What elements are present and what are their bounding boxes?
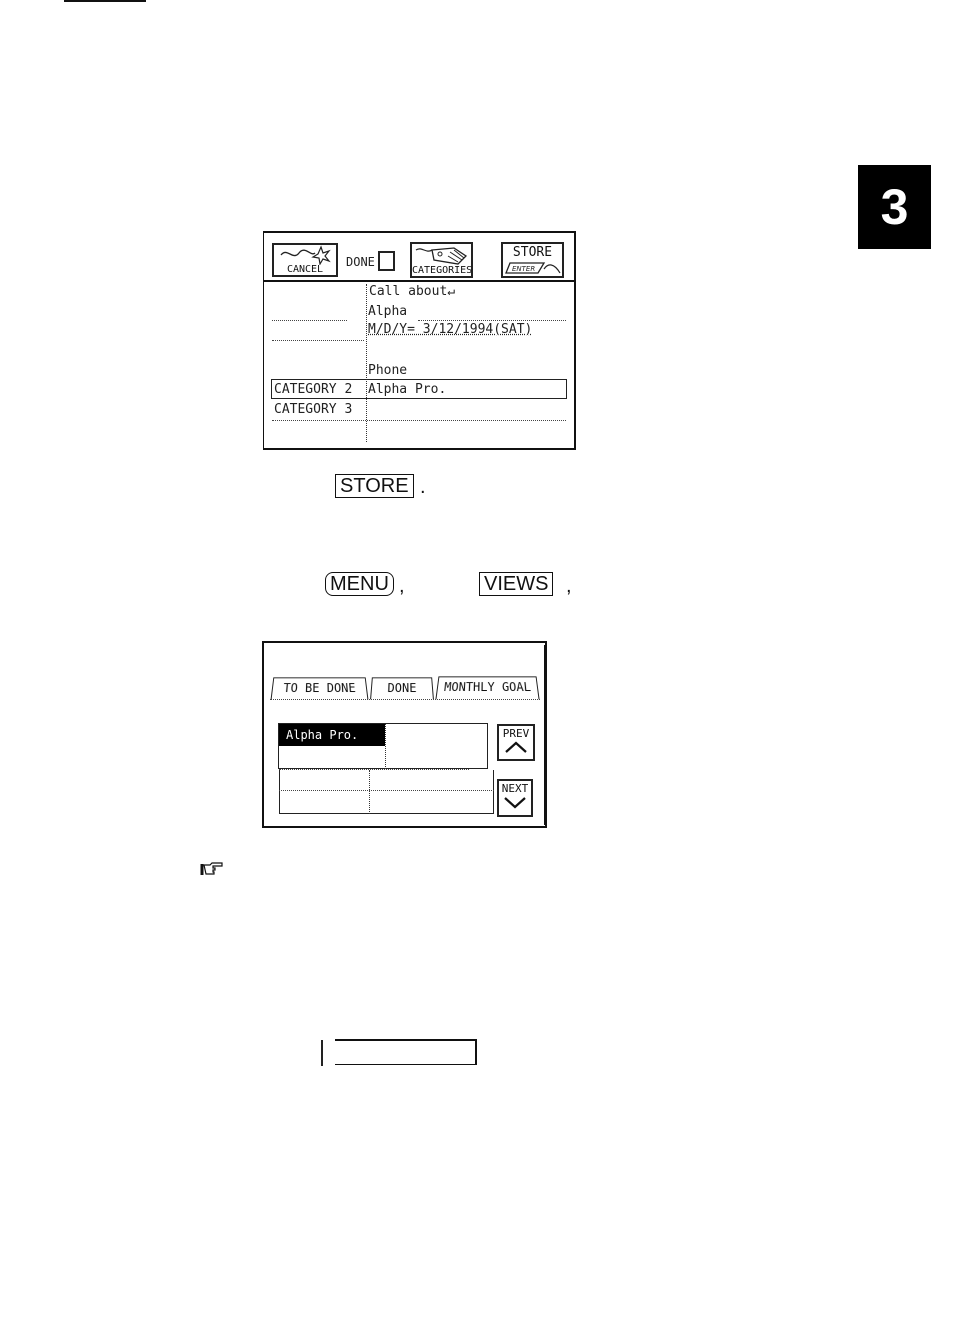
tab-done[interactable]: DONE bbox=[370, 677, 434, 700]
dotted-rule bbox=[272, 420, 566, 421]
blank-field-bracket bbox=[321, 1040, 323, 1066]
dotted-rule bbox=[418, 320, 566, 321]
toolbar-divider bbox=[263, 280, 576, 282]
dotted-rule bbox=[272, 320, 347, 321]
row-divider bbox=[279, 790, 494, 791]
views-key: VIEWS bbox=[479, 572, 554, 596]
tab-label: TO BE DONE bbox=[282, 681, 357, 696]
chapter-tab: 3 bbox=[858, 165, 931, 249]
punctuation: . bbox=[420, 476, 426, 498]
prev-button[interactable]: PREV bbox=[497, 724, 535, 761]
category-label: CATEGORY 2 bbox=[274, 382, 353, 397]
store-button[interactable]: STORE ENTER bbox=[501, 242, 564, 278]
column-divider bbox=[369, 770, 370, 814]
header-rule bbox=[64, 0, 146, 2]
next-label: NEXT bbox=[501, 782, 529, 795]
memo-line: Alpha bbox=[368, 304, 408, 319]
category-value: Alpha Pro. bbox=[368, 382, 447, 397]
categories-label: CATEGORIES bbox=[412, 265, 473, 276]
tab-label: DONE bbox=[387, 681, 417, 696]
categories-button[interactable]: CATEGORIES bbox=[410, 242, 473, 278]
item-grid bbox=[279, 770, 494, 814]
category-label: CATEGORY 3 bbox=[274, 402, 353, 417]
column-divider bbox=[385, 724, 386, 769]
tabs-baseline bbox=[270, 699, 540, 700]
tab-monthly-goal[interactable]: MONTHLY GOAL bbox=[435, 676, 540, 700]
done-label: DONE bbox=[346, 255, 375, 269]
pointing-hand-note-icon bbox=[200, 862, 223, 875]
store-label: STORE bbox=[512, 245, 553, 260]
chevron-down-icon bbox=[504, 797, 526, 809]
list-item-selected[interactable]: Alpha Pro. bbox=[279, 724, 385, 746]
done-checkbox[interactable] bbox=[378, 251, 395, 271]
cancel-button[interactable]: CANCEL bbox=[272, 243, 338, 277]
punctuation: , bbox=[399, 575, 405, 597]
punctuation: , bbox=[566, 575, 572, 597]
field-divider bbox=[366, 284, 367, 442]
cancel-scribble-icon bbox=[280, 245, 331, 265]
prev-label: PREV bbox=[502, 727, 530, 740]
enter-sublabel: ENTER bbox=[512, 265, 535, 273]
menu-key: MENU bbox=[325, 572, 394, 596]
cancel-label: CANCEL bbox=[286, 264, 324, 275]
tag-icon bbox=[415, 247, 467, 265]
chapter-number: 3 bbox=[880, 179, 909, 235]
chevron-up-icon bbox=[505, 741, 527, 753]
blank-field-box bbox=[335, 1039, 477, 1065]
memo-date-line: M/D/Y= 3/12/1994(SAT) bbox=[368, 322, 533, 337]
enter-key-hand-icon: ENTER bbox=[504, 262, 561, 274]
tab-to-be-done[interactable]: TO BE DONE bbox=[270, 677, 369, 700]
memo-line: Call about↵ bbox=[369, 284, 456, 299]
dotted-rule bbox=[272, 340, 364, 341]
entry-screen-bottom-border bbox=[263, 448, 576, 450]
store-key: STORE bbox=[335, 474, 414, 498]
memo-line: Phone bbox=[368, 363, 408, 378]
tab-label: MONTHLY GOAL bbox=[443, 680, 532, 695]
next-button[interactable]: NEXT bbox=[497, 779, 533, 817]
